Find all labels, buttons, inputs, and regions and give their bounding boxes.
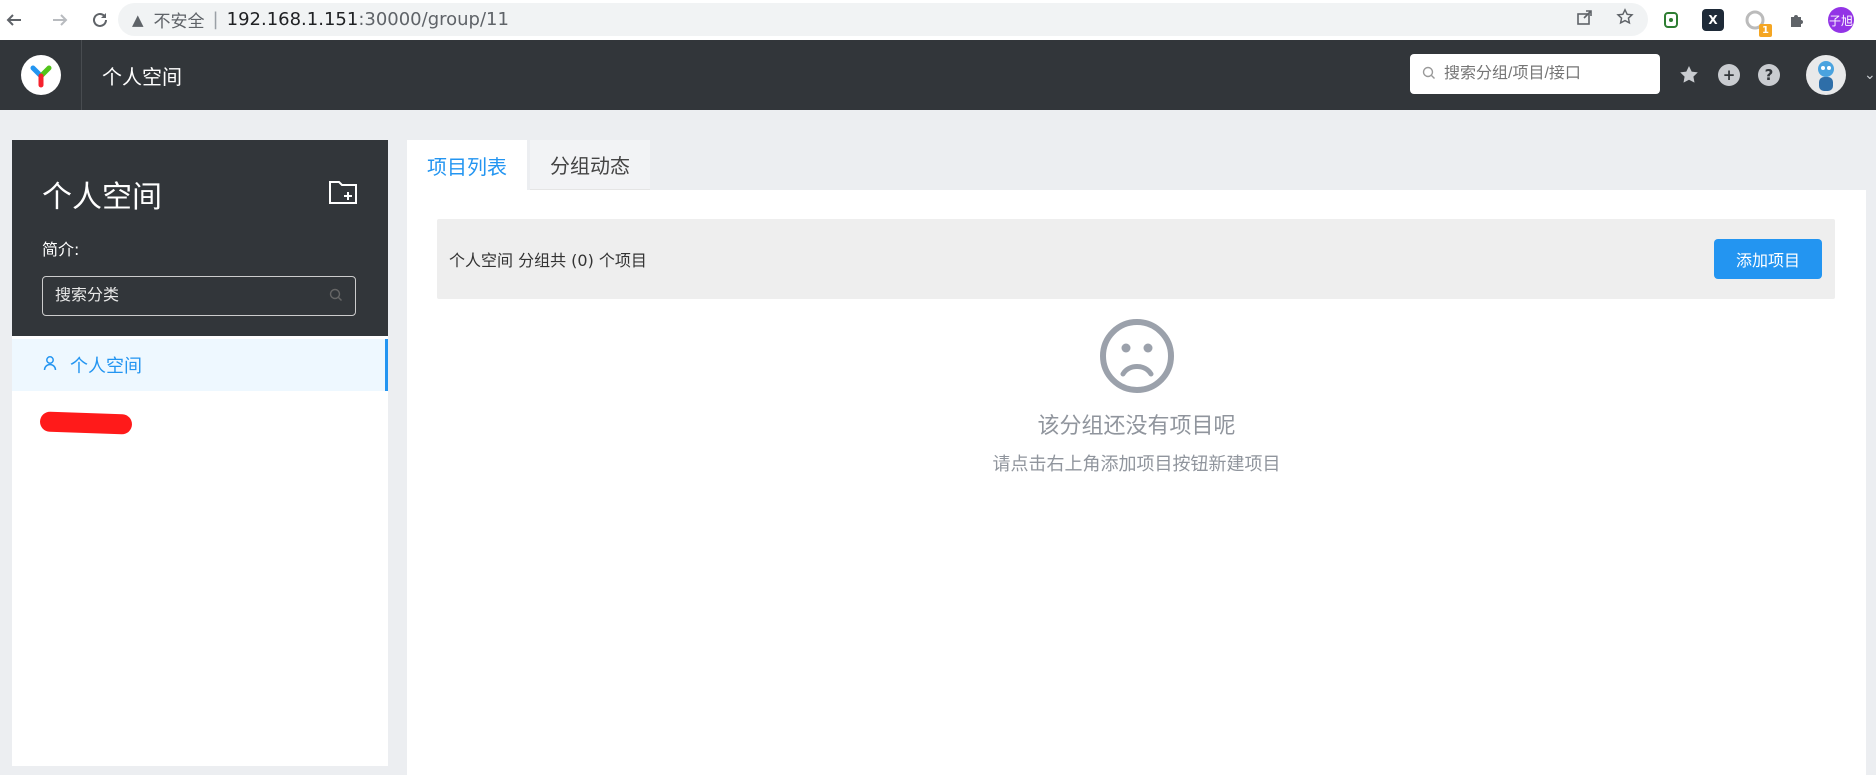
logo — [20, 55, 61, 95]
extension-badge: 1 — [1759, 24, 1772, 37]
star-icon[interactable] — [1678, 64, 1700, 86]
empty-title: 该分组还没有项目呢 — [1037, 414, 1236, 439]
puzzle-icon[interactable] — [1786, 9, 1808, 31]
search-icon — [1422, 65, 1436, 84]
category-search-input[interactable] — [55, 287, 315, 305]
forward-arrow-icon[interactable] — [40, 0, 80, 40]
search-icon — [329, 287, 343, 306]
empty-state: 该分组还没有项目呢 请点击右上角添加项目按钮新建项目 — [407, 318, 1866, 476]
back-arrow-icon[interactable] — [2, 0, 26, 40]
group-info: 个人空间 简介: — [12, 140, 388, 336]
extension-icon[interactable]: X — [1702, 9, 1724, 31]
url-path: :30000/group/11 — [358, 9, 509, 30]
user-icon — [42, 355, 58, 375]
address-bar[interactable]: ▲ 不安全 | 192.168.1.151 :30000/group/11 — [118, 3, 1648, 36]
reload-icon[interactable] — [80, 0, 120, 40]
browser-toolbar: ▲ 不安全 | 192.168.1.151 :30000/group/11 X … — [0, 0, 1876, 40]
folder-add-icon[interactable] — [328, 178, 360, 210]
security-label: 不安全 — [153, 12, 205, 32]
project-toolbar: 个人空间 分组共 (0) 个项目 添加项目 — [437, 219, 1835, 299]
extension-icon[interactable]: 1 — [1744, 9, 1772, 37]
redacted-item[interactable] — [39, 411, 133, 435]
add-project-button[interactable]: 添加项目 — [1714, 239, 1822, 279]
extension-icon[interactable] — [1660, 9, 1682, 31]
plus-circle-icon[interactable]: + — [1718, 64, 1740, 86]
bookmark-star-icon[interactable] — [1616, 8, 1634, 31]
avatar[interactable] — [1806, 55, 1846, 95]
warning-icon: ▲ — [132, 10, 144, 29]
chevron-down-icon[interactable]: ⌄ — [1864, 67, 1876, 83]
header-title[interactable]: 个人空间 — [102, 61, 182, 90]
help-icon[interactable]: ? — [1758, 64, 1780, 86]
empty-description: 请点击右上角添加项目按钮新建项目 — [992, 454, 1281, 475]
url-host: 192.168.1.151 — [226, 9, 359, 30]
tab-project-list[interactable]: 项目列表 — [407, 140, 527, 190]
group-title: 个人空间 — [42, 180, 162, 215]
group-intro: 简介: — [42, 240, 80, 259]
global-search-input[interactable] — [1444, 65, 1644, 83]
app-header: 个人空间 + ? ⌄ — [0, 40, 1876, 110]
project-count-summary: 个人空间 分组共 (0) 个项目 — [449, 251, 647, 270]
sidebar-item-label: 个人空间 — [70, 356, 142, 377]
category-search[interactable] — [42, 276, 356, 316]
project-list-panel: 个人空间 分组共 (0) 个项目 添加项目 该分组还没有项目呢 请点击右上角添加… — [407, 190, 1866, 775]
tab-group-activity[interactable]: 分组动态 — [530, 140, 650, 190]
global-search[interactable] — [1410, 54, 1660, 94]
profile-avatar[interactable]: 子旭 — [1828, 7, 1854, 33]
share-icon[interactable] — [1576, 8, 1594, 31]
separator: | — [212, 9, 219, 30]
logo-container[interactable] — [0, 40, 82, 110]
sad-face-icon — [1099, 318, 1175, 398]
sidebar-item-personal-space[interactable]: 个人空间 — [12, 339, 388, 391]
group-sidebar: 个人空间 简介: 个人空间 — [12, 140, 388, 766]
